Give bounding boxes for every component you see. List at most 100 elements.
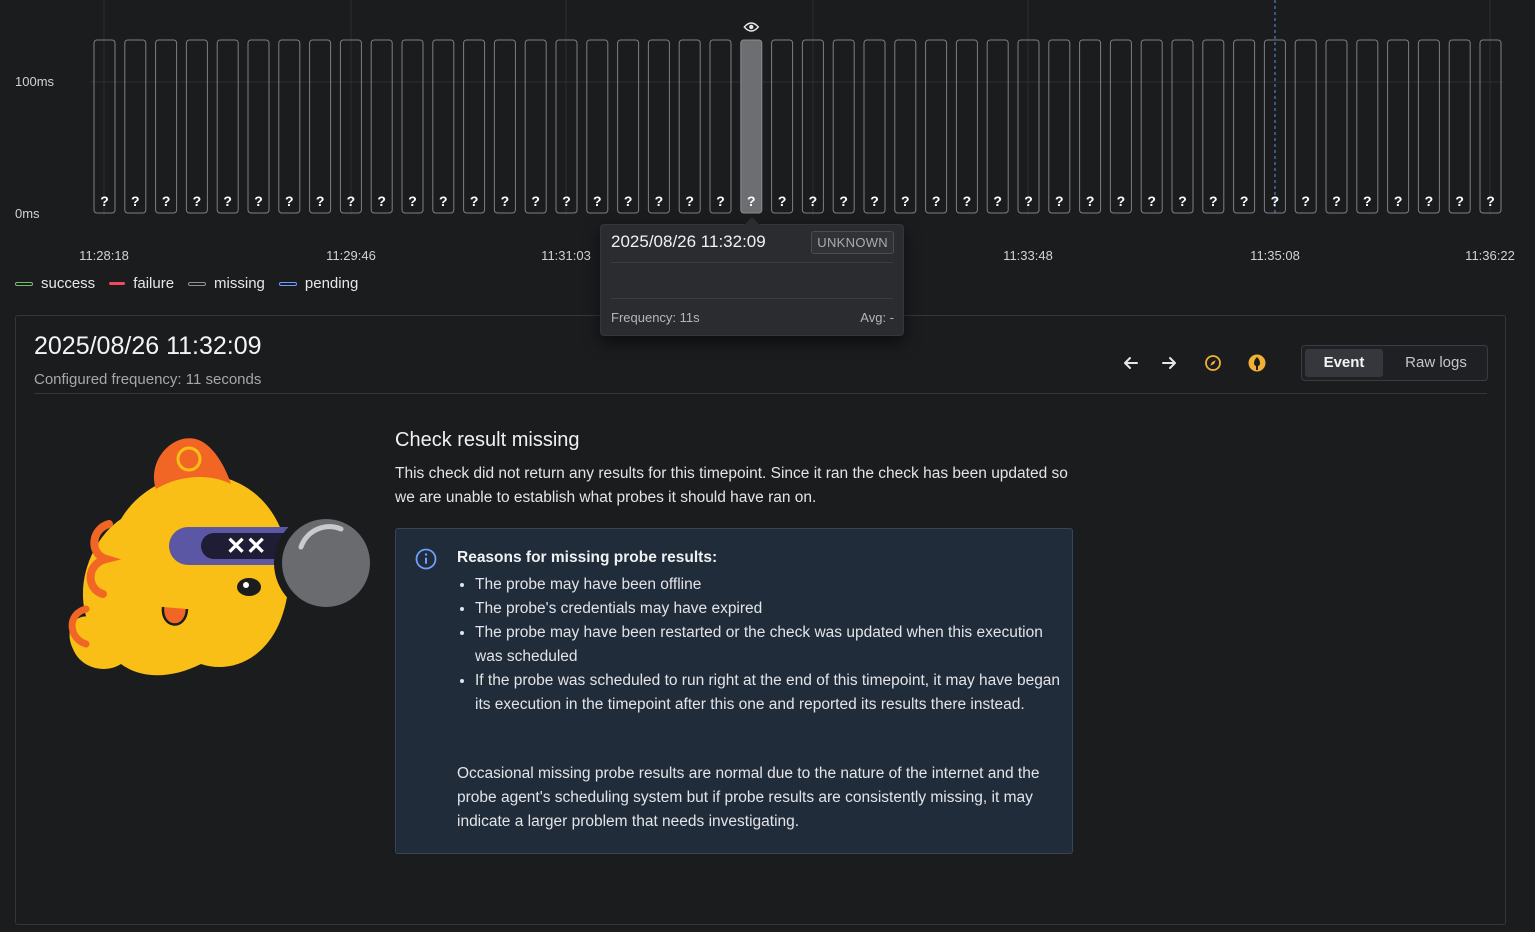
bar-status-symbol: ?	[1455, 193, 1464, 209]
status-badge: UNKNOWN	[811, 231, 894, 254]
bar-status-symbol: ?	[162, 193, 171, 209]
result-bar[interactable]	[278, 39, 301, 214]
result-bar[interactable]	[647, 39, 670, 214]
bar-status-symbol: ?	[316, 193, 325, 209]
result-bar[interactable]	[370, 39, 393, 214]
legend-item-success[interactable]: success	[15, 275, 95, 292]
result-bar[interactable]	[709, 39, 732, 214]
result-bar[interactable]	[1448, 39, 1471, 214]
result-bar[interactable]	[1171, 39, 1194, 214]
bar-status-symbol: ?	[347, 193, 356, 209]
x-tick: 11:29:46	[326, 248, 376, 263]
result-bar[interactable]	[1109, 39, 1132, 214]
bar-status-symbol: ?	[870, 193, 879, 209]
result-bar[interactable]	[832, 39, 855, 214]
bar-status-symbol: ?	[1055, 193, 1064, 209]
list-item: The probe's credentials may have expired	[475, 597, 1065, 621]
bar-status-symbol: ?	[531, 193, 540, 209]
result-bar[interactable]	[1202, 39, 1225, 214]
x-tick: 11:31:03	[541, 248, 591, 263]
info-title: Reasons for missing probe results:	[457, 549, 718, 566]
result-bar[interactable]	[863, 39, 886, 214]
legend-item-pending[interactable]: pending	[278, 275, 358, 292]
info-icon	[415, 548, 437, 570]
bar-status-symbol: ?	[747, 193, 756, 209]
result-bar[interactable]	[185, 39, 208, 214]
result-heading: Check result missing	[395, 429, 580, 451]
result-bar[interactable]	[1079, 39, 1102, 214]
bar-status-symbol: ?	[1332, 193, 1341, 209]
reasons-list: The probe may have been offline The prob…	[457, 573, 1065, 717]
probe-icon	[1248, 354, 1266, 372]
result-bar[interactable]	[493, 39, 516, 214]
bar-status-symbol: ?	[1301, 193, 1310, 209]
bar-status-symbol: ?	[901, 193, 910, 209]
result-bar[interactable]	[216, 39, 239, 214]
result-bar[interactable]	[955, 39, 978, 214]
legend-item-failure[interactable]: failure	[109, 275, 174, 292]
result-bar[interactable]	[247, 39, 270, 214]
probe-button[interactable]	[1243, 349, 1271, 377]
tooltip-avg: Avg: -	[860, 310, 894, 325]
result-bar[interactable]	[617, 39, 640, 214]
bar-status-symbol: ?	[1209, 193, 1218, 209]
compass-icon	[1205, 355, 1221, 371]
previous-button[interactable]	[1117, 349, 1145, 377]
result-bar[interactable]	[1294, 39, 1317, 214]
result-bar[interactable]	[155, 39, 178, 214]
bar-status-symbol: ?	[993, 193, 1002, 209]
chart-legend: success failure missing pending	[15, 275, 358, 292]
result-description: This check did not return any results fo…	[395, 465, 1068, 506]
next-button[interactable]	[1155, 349, 1183, 377]
tooltip-caret	[744, 217, 760, 225]
result-bar[interactable]	[1048, 39, 1071, 214]
info-alert: Reasons for missing probe results: The p…	[395, 528, 1073, 854]
bar-status-symbol: ?	[1271, 193, 1280, 209]
list-item: If the probe was scheduled to run right …	[475, 669, 1065, 717]
tooltip-frequency: Frequency: 11s	[611, 310, 700, 325]
results-chart: 100ms 0ms ??????????????????????????????…	[0, 0, 1535, 263]
legend-swatch	[15, 281, 33, 286]
tooltip-time: 2025/08/26 11:32:09	[611, 232, 766, 251]
result-bar[interactable]	[1140, 39, 1163, 214]
x-tick: 11:35:08	[1250, 248, 1300, 263]
bar-status-symbol: ?	[932, 193, 941, 209]
bar-status-symbol: ?	[562, 193, 571, 209]
legend-label: missing	[214, 275, 265, 292]
bar-status-symbol: ?	[963, 193, 972, 209]
list-item: The probe may have been restarted or the…	[475, 621, 1065, 669]
bars-svg: ????????????????????????????????????????…	[90, 0, 1503, 215]
bar-tooltip: 2025/08/26 11:32:09 UNKNOWN Frequency: 1…	[600, 217, 904, 336]
legend-swatch	[109, 282, 126, 285]
result-bar[interactable]	[771, 39, 794, 214]
result-bar[interactable]	[401, 39, 424, 214]
result-bar[interactable]	[1325, 39, 1348, 214]
result-bar[interactable]	[925, 39, 948, 214]
bar-status-symbol: ?	[131, 193, 140, 209]
bar-status-symbol: ?	[439, 193, 448, 209]
result-bar[interactable]	[1387, 39, 1410, 214]
legend-item-missing[interactable]: missing	[188, 275, 265, 292]
result-bar[interactable]	[1356, 39, 1379, 214]
bar-status-symbol: ?	[685, 193, 694, 209]
result-bar[interactable]	[124, 39, 147, 214]
result-bar[interactable]	[432, 39, 455, 214]
result-bar[interactable]	[740, 39, 763, 214]
explore-button[interactable]	[1199, 349, 1227, 377]
tab-event[interactable]: Event	[1305, 349, 1383, 377]
info-footer: Occasional missing probe results are nor…	[457, 765, 1040, 830]
bar-status-symbol: ?	[1024, 193, 1033, 209]
tab-raw-logs[interactable]: Raw logs	[1388, 349, 1484, 377]
result-bar[interactable]	[986, 39, 1009, 214]
configured-frequency: Configured frequency: 11 seconds	[34, 371, 262, 388]
result-bar[interactable]	[309, 39, 332, 214]
result-bar[interactable]	[463, 39, 486, 214]
bar-status-symbol: ?	[223, 193, 232, 209]
result-bar[interactable]	[1233, 39, 1256, 214]
divider	[611, 298, 893, 299]
result-bar[interactable]	[586, 39, 609, 214]
result-bar[interactable]	[894, 39, 917, 214]
result-bar[interactable]	[524, 39, 547, 214]
result-bar[interactable]	[1417, 39, 1440, 214]
result-bar[interactable]	[678, 39, 701, 214]
